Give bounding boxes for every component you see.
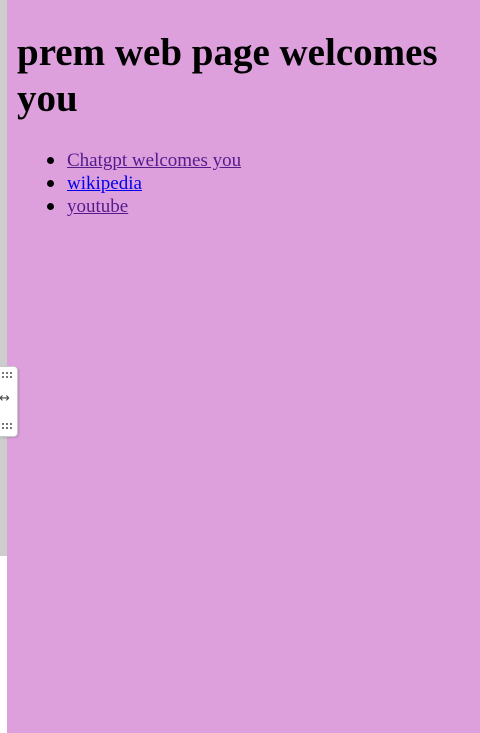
page-heading: prem web page welcomes you [17, 31, 438, 120]
left-scroll-edge [0, 0, 7, 556]
resize-arrow-icon: ↔ [0, 391, 10, 406]
youtube-link[interactable]: youtube [67, 196, 128, 217]
grip-dots-icon [1, 371, 13, 378]
bullet-icon [47, 203, 54, 210]
list-item: wikipedia [47, 172, 241, 195]
resize-handle[interactable]: ↔ [0, 366, 18, 437]
chatgpt-link[interactable]: Chatgpt welcomes you [67, 150, 241, 171]
list-item: Chatgpt welcomes you [47, 149, 241, 172]
web-page: prem web page welcomes you Chatgpt welco… [7, 0, 480, 733]
grip-dots-icon [1, 422, 13, 429]
bullet-icon [47, 180, 54, 187]
bullet-icon [47, 157, 54, 164]
link-list: Chatgpt welcomes you wikipedia youtube [7, 149, 241, 218]
wikipedia-link[interactable]: wikipedia [67, 173, 142, 194]
left-edge-lower [0, 556, 7, 733]
list-item: youtube [47, 195, 241, 218]
